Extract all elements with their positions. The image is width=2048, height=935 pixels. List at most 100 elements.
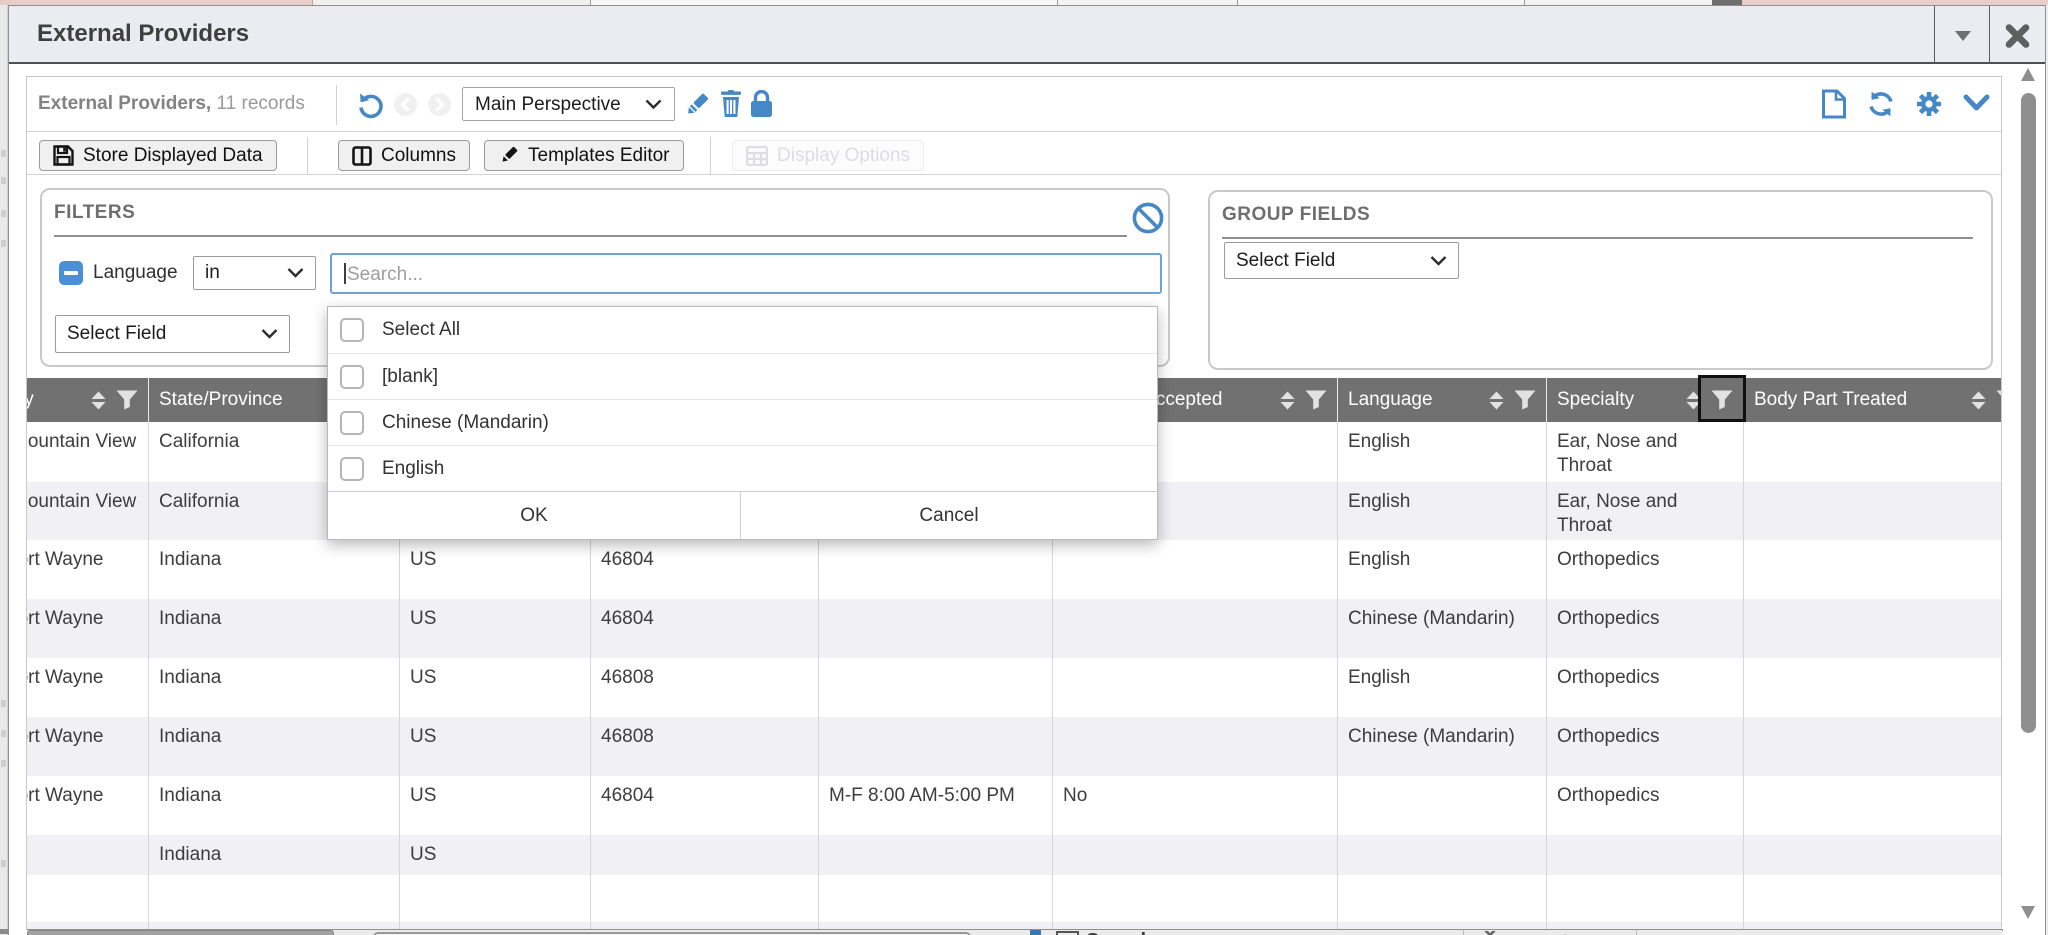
dialog-close-button[interactable] xyxy=(1990,6,2046,64)
table-cell xyxy=(818,922,1052,929)
table-cell: Ear, Nose and Throat xyxy=(1546,482,1743,540)
table-row[interactable]: Fort WayneIndianaUS46804M-F 8:00 AM-5:00… xyxy=(27,776,2001,835)
columns-button[interactable]: Columns xyxy=(338,140,470,171)
store-displayed-data-button[interactable]: Store Displayed Data xyxy=(39,140,277,171)
table-cell: Orthopedics xyxy=(1546,599,1743,658)
templates-editor-button[interactable]: Templates Editor xyxy=(484,140,684,171)
table-row[interactable] xyxy=(27,875,2001,922)
sort-icon[interactable] xyxy=(1970,391,1987,410)
remove-filter-button[interactable] xyxy=(59,261,83,285)
group-fields-underline xyxy=(1222,237,1973,239)
table-row[interactable]: Fort WayneIndianaUS46808EnglishOrthopedi… xyxy=(27,658,2001,717)
scrollbar-up-arrow[interactable] xyxy=(2021,68,2036,81)
filter-funnel-icon[interactable] xyxy=(1305,390,1327,410)
table-row[interactable]: Fort WayneIndianaUS46804Chinese (Mandari… xyxy=(27,599,2001,658)
filter-search-input[interactable]: Search... xyxy=(330,253,1162,294)
dialog-titlebar: External Providers xyxy=(9,6,2045,64)
checkbox[interactable] xyxy=(340,365,364,389)
scrollbar-down-arrow[interactable] xyxy=(2021,906,2036,919)
checkbox[interactable] xyxy=(340,318,364,342)
table-row[interactable]: Fort WayneIndianaUS46804EnglishOrthopedi… xyxy=(27,540,2001,599)
filter-funnel-icon[interactable] xyxy=(116,390,138,410)
table-row[interactable]: IndianaUS xyxy=(27,835,2001,875)
delete-perspective-button[interactable] xyxy=(718,90,744,117)
lock-perspective-button[interactable] xyxy=(750,90,773,117)
sort-icon[interactable] xyxy=(1279,391,1296,410)
table-cell xyxy=(590,922,818,929)
table-cell: Fort Wayne xyxy=(27,717,148,776)
filter-field-label: Language xyxy=(93,262,178,284)
document-icon xyxy=(1821,89,1847,119)
filter-funnel-icon[interactable] xyxy=(1514,390,1536,410)
group-fields-panel: GROUP FIELDS Select Field xyxy=(1208,190,1993,370)
vertical-scrollbar-thumb[interactable] xyxy=(2021,93,2036,733)
column-header-label: Body Part Treated xyxy=(1754,389,1907,411)
export-button[interactable] xyxy=(1821,89,1847,119)
filter-option-english[interactable]: English xyxy=(328,445,1157,491)
undo-button[interactable] xyxy=(357,91,385,119)
column-header-label: Specialty xyxy=(1557,389,1634,411)
filter-option-select-all[interactable]: Select All xyxy=(328,307,1157,353)
sort-icon[interactable] xyxy=(90,391,107,410)
previous-perspective-button[interactable] xyxy=(394,93,417,116)
table-cell xyxy=(27,835,148,875)
column-header-label: Language xyxy=(1348,389,1433,411)
table-cell: English xyxy=(1337,422,1546,482)
table-cell xyxy=(818,835,1052,875)
table-cell xyxy=(1743,835,2001,875)
filter-option-label: Chinese (Mandarin) xyxy=(382,412,549,434)
filter-option--blank-[interactable]: [blank] xyxy=(328,353,1157,399)
table-cell xyxy=(1337,875,1546,922)
gear-icon xyxy=(1915,90,1943,118)
filter-option-chinese-mandarin-[interactable]: Chinese (Mandarin) xyxy=(328,399,1157,445)
toolbar-separator xyxy=(710,137,711,174)
table-row[interactable]: Fort WayneIndianaUS46808Chinese (Mandari… xyxy=(27,717,2001,776)
grid-title: External Providers, xyxy=(38,93,211,114)
group-field-select[interactable]: Select Field xyxy=(1224,242,1459,279)
clear-filters-button[interactable] xyxy=(1132,202,1164,234)
filters-title: FILTERS xyxy=(54,202,135,224)
table-cell xyxy=(818,717,1052,776)
settings-button[interactable] xyxy=(1915,90,1943,118)
column-header-city[interactable]: City xyxy=(27,378,148,422)
table-cell: Fort Wayne xyxy=(27,776,148,835)
chevron-right-icon xyxy=(428,93,451,116)
next-perspective-button[interactable] xyxy=(428,93,451,116)
table-cell xyxy=(27,875,148,922)
edit-perspective-button[interactable] xyxy=(684,90,711,117)
screen: External Providers External Providers, 1… xyxy=(0,0,2048,935)
display-options-button[interactable]: Display Options xyxy=(732,140,924,171)
table-cell xyxy=(1052,540,1337,599)
ok-button[interactable]: OK xyxy=(328,492,741,539)
sort-icon[interactable] xyxy=(1488,391,1505,410)
lock-icon xyxy=(750,90,773,117)
table-cell: English xyxy=(1337,658,1546,717)
table-cell: 46808 xyxy=(590,717,818,776)
column-header-body-part-treated[interactable]: Body Part Treated xyxy=(1743,378,2001,422)
perspective-select[interactable]: Main Perspective xyxy=(462,87,675,121)
table-cell: Orthopedics xyxy=(1546,540,1743,599)
table-cell xyxy=(1743,599,2001,658)
filter-funnel-icon[interactable] xyxy=(1996,390,2001,410)
horizontal-scrollbar-thumb[interactable] xyxy=(27,930,334,935)
table-row[interactable] xyxy=(27,922,2001,929)
filter-dropdown-buttons: OK Cancel xyxy=(328,491,1157,539)
filter-value-dropdown: Select All[blank] Chinese (Mandarin) Engli… xyxy=(327,306,1158,540)
table-cell xyxy=(590,835,818,875)
column-header-language[interactable]: Language xyxy=(1337,378,1546,422)
footer-grid-icon-fragment xyxy=(1056,931,1079,935)
add-filter-field-select[interactable]: Select Field xyxy=(55,315,290,353)
table-cell: Indiana xyxy=(148,717,399,776)
checkbox[interactable] xyxy=(340,411,364,435)
cancel-button[interactable]: Cancel xyxy=(741,492,1157,539)
pencil-icon xyxy=(684,90,711,117)
table-cell: Indiana xyxy=(148,835,399,875)
filter-operator-select[interactable]: in xyxy=(193,256,316,290)
table-cell xyxy=(1337,922,1546,929)
table-cell xyxy=(818,658,1052,717)
table-cell xyxy=(1052,835,1337,875)
checkbox[interactable] xyxy=(340,457,364,481)
collapse-toolbar-button[interactable] xyxy=(1963,92,1990,116)
refresh-button[interactable] xyxy=(1867,90,1895,118)
dialog-menu-button[interactable] xyxy=(1935,6,1989,64)
